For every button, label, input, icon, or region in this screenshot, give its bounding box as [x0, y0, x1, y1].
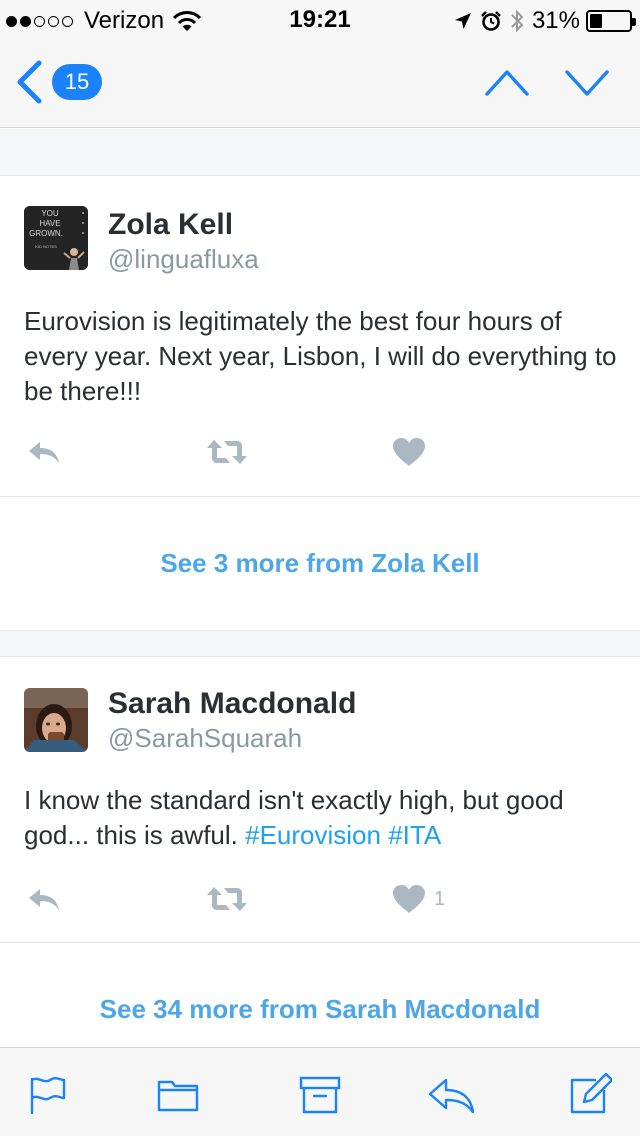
avatar[interactable]	[24, 688, 88, 752]
status-bar: Verizon 19:21 31%	[0, 0, 640, 40]
previous-message-button[interactable]	[484, 66, 530, 100]
battery-icon	[586, 10, 636, 32]
avatar-text-line1: YOU	[41, 209, 59, 218]
archive-icon[interactable]	[298, 1072, 342, 1116]
section-divider	[0, 631, 640, 657]
reply-icon	[29, 889, 59, 910]
reply-button[interactable]	[26, 432, 62, 472]
retweet-icon	[207, 887, 247, 911]
see-more-label[interactable]: See 3 more from Zola Kell	[160, 548, 479, 579]
heart-icon	[393, 885, 425, 913]
tweet-text: Eurovision is legitimately the best four…	[24, 306, 617, 406]
like-count: 1	[434, 887, 446, 910]
section-divider	[0, 129, 640, 176]
navigation-bar: 15	[0, 40, 640, 128]
like-button[interactable]: 1	[392, 879, 445, 919]
tweet-text: I know the standard isn't exactly high, …	[24, 783, 620, 853]
avatar[interactable]: YOU HAVE GROWN. KID NOTES	[24, 206, 88, 270]
like-button[interactable]	[392, 432, 426, 472]
heart-icon	[393, 438, 425, 466]
flag-icon[interactable]	[26, 1072, 70, 1116]
author-name[interactable]: Sarah Macdonald	[108, 687, 356, 721]
avatar-text-line3: GROWN.	[29, 229, 63, 238]
retweet-icon	[207, 440, 247, 464]
tweet-card[interactable]: Sarah Macdonald @SarahSquarah I know the…	[0, 657, 640, 943]
unread-count-badge: 15	[52, 64, 102, 100]
see-more-label[interactable]: See 34 more from Sarah Macdonald	[100, 994, 541, 1025]
avatar-text-line2: HAVE	[39, 219, 60, 228]
hashtag-link[interactable]: #ITA	[388, 820, 441, 850]
location-arrow-icon	[454, 13, 471, 29]
see-more-link-sarah[interactable]: See 34 more from Sarah Macdonald	[0, 943, 640, 1047]
author-handle[interactable]: @linguafluxa	[108, 244, 259, 275]
author-handle[interactable]: @SarahSquarah	[108, 723, 302, 754]
next-message-button[interactable]	[564, 66, 610, 100]
reply-all-icon[interactable]	[426, 1072, 476, 1116]
bottom-toolbar	[0, 1047, 640, 1136]
tweet-actions: 1	[0, 879, 640, 919]
email-body: YOU HAVE GROWN. KID NOTES Zola Kell @lin…	[0, 129, 640, 1047]
alarm-clock-icon	[481, 11, 501, 31]
reply-button[interactable]	[26, 879, 62, 919]
retweet-button[interactable]	[206, 879, 248, 919]
tweet-card[interactable]: YOU HAVE GROWN. KID NOTES Zola Kell @lin…	[0, 176, 640, 497]
status-right: 31%	[454, 6, 636, 36]
reply-icon	[29, 442, 59, 463]
bluetooth-icon	[511, 9, 524, 33]
author-name[interactable]: Zola Kell	[108, 208, 233, 242]
retweet-button[interactable]	[206, 432, 248, 472]
back-button[interactable]: 15	[14, 60, 102, 104]
see-more-link-zola[interactable]: See 3 more from Zola Kell	[0, 497, 640, 631]
hashtag-link[interactable]: #Eurovision	[245, 820, 381, 850]
avatar-text-line4: KID NOTES	[35, 244, 57, 249]
battery-percent: 31%	[531, 7, 580, 34]
folder-icon[interactable]	[156, 1072, 200, 1116]
compose-icon[interactable]	[568, 1072, 612, 1116]
tweet-actions	[0, 432, 640, 472]
chevron-left-icon	[17, 60, 42, 104]
